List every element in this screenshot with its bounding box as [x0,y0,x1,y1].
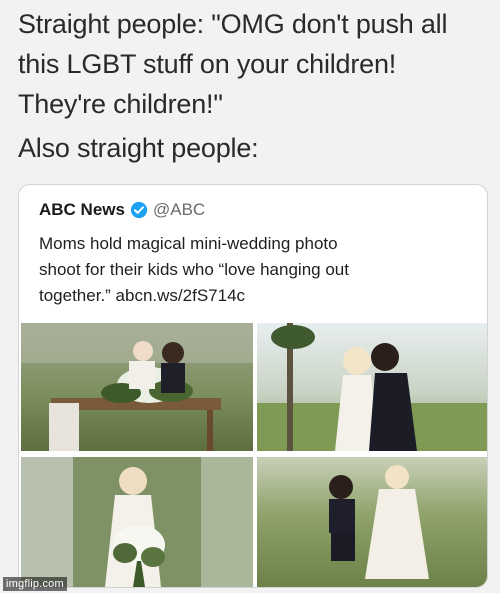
tweet-photo-table[interactable] [21,323,253,451]
tweet-photo-bouquet[interactable] [21,457,253,587]
tweet-text: Moms hold magical mini-wedding photo sho… [39,231,469,309]
tweet-card[interactable]: ABC News @ABC Moms hold magical mini-wed… [18,184,488,588]
meme-caption: Straight people: "OMG don't push all thi… [18,4,488,168]
verified-badge-icon [130,201,148,219]
imgflip-watermark: imgflip.com [3,577,67,591]
tweet-photo-kiss[interactable] [257,323,487,451]
tweet-photo-proposal[interactable] [257,457,487,587]
tweet-text-line-1: Moms hold magical mini-wedding photo [39,234,338,253]
tweet-header: ABC News @ABC [39,199,205,221]
tweet-text-line-2: shoot for their kids who “love hanging o… [39,260,349,279]
tweet-text-line-3[interactable]: together.” abcn.ws/2fS714c [39,283,469,309]
caption-line-3: They're children!" [18,89,223,119]
caption-line-2: this LGBT stuff on your children! [18,49,397,79]
caption-line-1: Straight people: "OMG don't push all [18,9,448,39]
tweet-author-handle[interactable]: @ABC [153,200,205,220]
caption-also-line: Also straight people: [18,133,259,163]
tweet-author-name[interactable]: ABC News [39,200,125,220]
